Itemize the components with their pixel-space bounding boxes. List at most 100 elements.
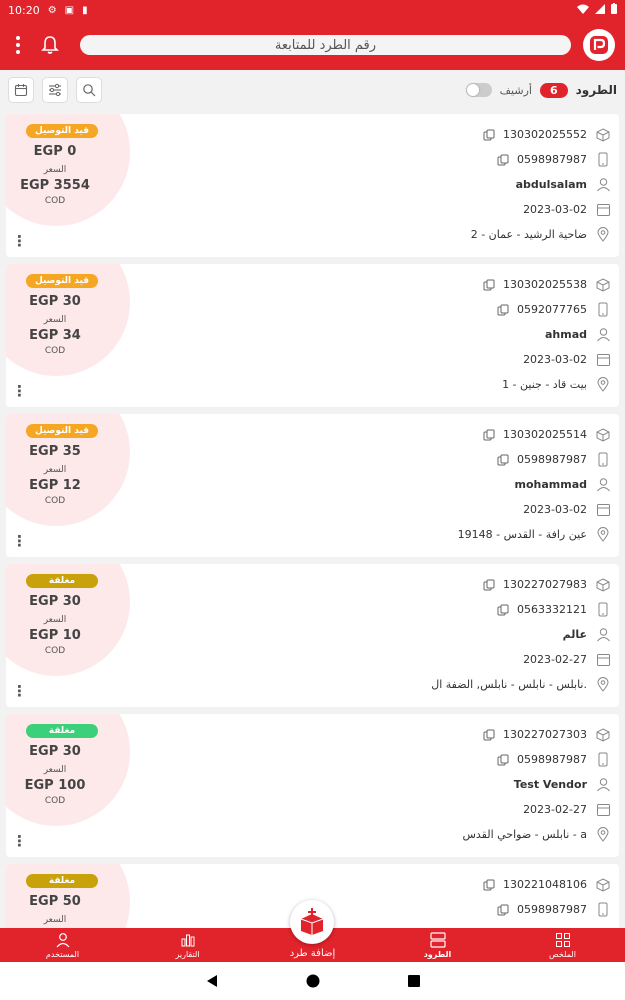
tracking-search-field[interactable]	[80, 35, 571, 55]
phone-number: 0598987987	[517, 903, 587, 916]
copy-icon[interactable]	[483, 129, 495, 141]
delivery-cost: EGP 30	[29, 594, 81, 609]
add-box-icon	[300, 908, 324, 935]
location-pin-icon	[595, 527, 611, 543]
cod-amount: EGP 12	[29, 478, 81, 493]
card-menu-icon[interactable]: ⋮	[12, 682, 27, 700]
copy-icon[interactable]	[497, 754, 509, 766]
nav-add-parcel-label: إضافة طرد	[289, 948, 336, 959]
cod-amount: EGP 34	[29, 328, 81, 343]
card-menu-icon[interactable]: ⋮	[12, 532, 27, 550]
location-pin-icon	[595, 827, 611, 843]
delivery-cost: EGP 30	[29, 744, 81, 759]
tracking-number: 130302025538	[503, 278, 587, 291]
parcel-list: قيد التوصيل EGP 0 السعر EGP 3554 COD ⋮ 1…	[6, 114, 619, 928]
copy-icon[interactable]	[497, 904, 509, 916]
tracking-number: 130227027983	[503, 578, 587, 591]
card-menu-icon[interactable]: ⋮	[12, 832, 27, 850]
add-parcel-fab[interactable]	[290, 900, 334, 944]
tracking-number: 130302025514	[503, 428, 587, 441]
parcel-card[interactable]: قيد التوصيل EGP 30 السعر EGP 34 COD ⋮ 13…	[6, 264, 619, 407]
status-bar: 10:20 ⚙ ▣ ▮	[0, 0, 625, 20]
price-label: السعر	[43, 765, 67, 775]
nav-reports-label: التقارير	[175, 949, 200, 959]
sliders-icon	[49, 83, 61, 97]
package-icon	[595, 127, 611, 143]
copy-icon[interactable]	[483, 879, 495, 891]
price-label: السعر	[43, 615, 67, 625]
customer-name: Test Vendor	[513, 778, 587, 791]
archive-toggle[interactable]	[465, 83, 492, 97]
card-menu-icon[interactable]: ⋮	[12, 382, 27, 400]
package-icon	[595, 277, 611, 293]
copy-icon[interactable]	[497, 304, 509, 316]
package-icon	[595, 577, 611, 593]
parcel-date: 2023-03-02	[523, 353, 587, 366]
archive-label: أرشيف	[499, 83, 532, 97]
location-pin-icon	[595, 377, 611, 393]
search-icon	[83, 84, 96, 97]
notification-bell-icon[interactable]	[38, 33, 62, 57]
calendar-icon	[595, 802, 611, 818]
search-button[interactable]	[76, 77, 102, 103]
overflow-menu-icon[interactable]	[10, 36, 26, 54]
calendar-icon	[595, 502, 611, 518]
phone-number: 0598987987	[517, 153, 587, 166]
status-badge: قيد التوصيل	[26, 124, 98, 138]
copy-icon[interactable]	[483, 579, 495, 591]
recents-icon[interactable]	[407, 975, 420, 987]
package-icon	[595, 427, 611, 443]
cod-label: COD	[44, 196, 66, 206]
delivery-address: ضاحية الرشيد - عمان - 2	[470, 228, 587, 241]
parcel-card[interactable]: مغلقة EGP 30 السعر EGP 100 COD ⋮ 1302270…	[6, 714, 619, 857]
copy-icon[interactable]	[497, 154, 509, 166]
parcel-card[interactable]: قيد التوصيل EGP 35 السعر EGP 12 COD ⋮ 13…	[6, 414, 619, 557]
tracking-number: 130221048106	[503, 878, 587, 891]
customer-name: mohammad	[514, 478, 588, 491]
nav-summary-label: الملخص	[549, 949, 576, 959]
copy-icon[interactable]	[483, 729, 495, 741]
parcel-card[interactable]: قيد التوصيل EGP 0 السعر EGP 3554 COD ⋮ 1…	[6, 114, 619, 257]
copy-icon[interactable]	[497, 604, 509, 616]
delivery-address: نابلس - نابلس - نابلس, الضفة ال.	[431, 678, 587, 691]
delivery-address: بيت قاد - جنين - 1	[502, 378, 587, 391]
card-menu-icon[interactable]: ⋮	[12, 232, 27, 250]
copy-icon[interactable]	[483, 429, 495, 441]
copy-icon[interactable]	[483, 279, 495, 291]
app-logo	[583, 29, 615, 61]
cod-amount: EGP 100	[24, 778, 86, 793]
parcel-card[interactable]: مغلقة EGP 30 السعر EGP 10 COD ⋮ 13022702…	[6, 564, 619, 707]
phone-icon	[595, 452, 611, 468]
nav-reports[interactable]: التقارير	[125, 928, 250, 962]
tracking-search-input[interactable]	[80, 37, 571, 53]
block-status-icon: ▣	[64, 4, 75, 16]
back-icon[interactable]	[206, 974, 218, 988]
status-badge: مغلقة	[26, 724, 98, 738]
calendar-filter-button[interactable]	[8, 77, 34, 103]
delivery-cost: EGP 0	[33, 144, 77, 159]
package-icon	[595, 727, 611, 743]
copy-icon[interactable]	[497, 454, 509, 466]
home-icon[interactable]	[306, 974, 320, 988]
customer-name: عالم	[562, 628, 587, 641]
person-icon	[595, 477, 611, 493]
status-badge: مغلقة	[26, 874, 98, 888]
bar-chart-icon	[181, 934, 194, 946]
cod-amount: EGP 10	[29, 628, 81, 643]
person-icon	[595, 177, 611, 193]
location-pin-icon	[595, 227, 611, 243]
nav-parcels[interactable]: الطرود	[375, 928, 500, 962]
filter-settings-button[interactable]	[42, 77, 68, 103]
calendar-icon	[595, 202, 611, 218]
nav-summary[interactable]: الملخص	[500, 928, 625, 962]
delivery-address: نابلس - ضواحي القدس - a	[462, 828, 587, 841]
customer-name: ahmad	[544, 328, 587, 341]
delivery-cost: EGP 50	[29, 894, 81, 909]
signal-icon	[595, 3, 605, 17]
location-pin-icon	[595, 677, 611, 693]
nav-user[interactable]: المستخدم	[0, 928, 125, 962]
list-toolbar: أرشيف 6 الطرود	[0, 74, 625, 106]
phone-number: 0592077765	[517, 303, 587, 316]
page-title: الطرود	[575, 83, 617, 97]
person-icon	[595, 627, 611, 643]
